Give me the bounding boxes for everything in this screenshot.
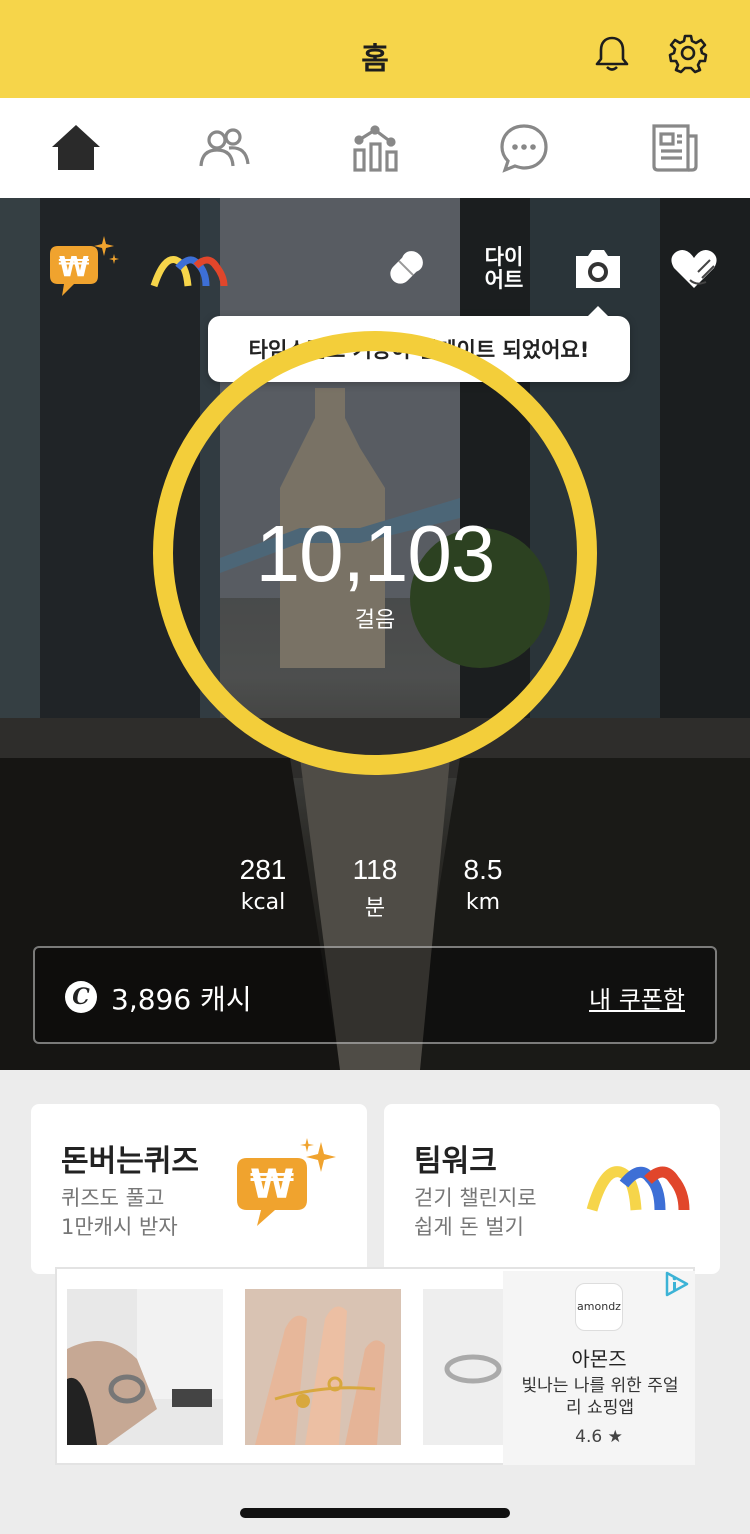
ad-product-photo-3 [423, 1289, 503, 1445]
svg-text:₩: ₩ [250, 1162, 294, 1208]
stats-chart-icon[interactable] [348, 120, 404, 176]
step-count-unit: 걸음 [354, 608, 396, 633]
ad-app-rating: 4.6 ★ [575, 1427, 623, 1447]
quiz-card-desc: 퀴즈도 풀고 1만캐시 받자 [61, 1184, 178, 1242]
distance-unit: km [465, 890, 501, 915]
chat-icon[interactable] [496, 120, 552, 176]
ad-product-photo-1 [67, 1289, 223, 1445]
diet-button[interactable]: 다이 어트 [476, 246, 532, 292]
ad-product-image-2[interactable] [245, 1289, 401, 1445]
teamwork-icon[interactable] [150, 236, 230, 300]
stat-distance: 8.5 km [433, 854, 533, 915]
hero-section: ₩ 다이 어트 타임스탬프 기능이 업데이트 되었어요! 10,103 걸음 2… [0, 198, 750, 1070]
teamwork-icon [586, 1166, 690, 1212]
minutes-unit: 분 [364, 896, 386, 921]
cash-balance: 3,896 캐시 [111, 983, 252, 1016]
teamwork-card[interactable]: 팀워크 걷기 챌린지로 쉽게 돈 벌기 [384, 1104, 720, 1274]
news-icon[interactable] [646, 120, 702, 176]
cash-balance-box[interactable]: C 3,896 캐시 내 쿠폰함 [33, 946, 717, 1044]
main-tab-bar [0, 98, 750, 198]
teamwork-card-desc-line1: 걷기 챌린지로 [414, 1186, 537, 1210]
teamwork-card-desc-line2: 쉽게 돈 벌기 [414, 1215, 524, 1239]
ad-info-panel[interactable]: amondz 아몬즈 빛나는 나를 위한 주얼리 쇼핑앱 4.6 ★ [503, 1271, 695, 1465]
teamwork-card-desc: 걷기 챌린지로 쉽게 돈 벌기 [414, 1184, 537, 1242]
distance-value: 8.5 [463, 854, 503, 885]
ad-product-photo-2 [245, 1289, 401, 1445]
quiz-won-icon: ₩ [237, 1138, 336, 1226]
my-coupons-link[interactable]: 내 쿠폰함 [589, 980, 685, 1015]
stat-calories: 281 kcal [213, 854, 313, 915]
pill-icon[interactable] [384, 236, 428, 300]
ad-info-icon[interactable] [663, 1271, 689, 1297]
quiz-card[interactable]: 돈버는퀴즈 퀴즈도 풀고 1만캐시 받자 ₩ [31, 1104, 367, 1274]
ad-product-image-1[interactable] [67, 1289, 223, 1445]
friends-icon[interactable] [196, 120, 252, 176]
quiz-card-title: 돈버는퀴즈 [61, 1144, 199, 1179]
app-header: 홈 [0, 0, 750, 98]
feature-cards-area: 돈버는퀴즈 퀴즈도 풀고 1만캐시 받자 ₩ 팀워크 걷기 챌린지로 쉽게 돈 … [0, 1070, 750, 1534]
cash-coin-icon: C [65, 981, 97, 1013]
minutes-value: 118 [352, 854, 398, 885]
ad-app-logo: amondz [575, 1283, 623, 1331]
home-icon[interactable] [48, 120, 104, 176]
home-indicator[interactable] [240, 1508, 510, 1518]
bell-icon[interactable] [592, 34, 632, 74]
ad-product-image-3[interactable] [423, 1289, 503, 1445]
svg-text:₩: ₩ [59, 250, 90, 283]
calories-unit: kcal [240, 890, 286, 915]
camera-icon[interactable] [572, 236, 624, 300]
step-count: 10,103 [255, 509, 496, 598]
page-title: 홈 [361, 42, 389, 77]
gear-icon[interactable] [668, 34, 708, 74]
calories-value: 281 [239, 854, 287, 885]
diet-label-line2: 어트 [484, 268, 524, 292]
diet-label-line1: 다이 [484, 245, 524, 269]
teamwork-card-title: 팀워크 [414, 1144, 497, 1179]
quiz-card-desc-line1: 퀴즈도 풀고 [61, 1186, 165, 1210]
quiz-card-desc-line2: 1만캐시 받자 [61, 1215, 178, 1239]
stat-minutes: 118 분 [325, 854, 425, 922]
ad-banner[interactable]: amondz 아몬즈 빛나는 나를 위한 주얼리 쇼핑앱 4.6 ★ [55, 1267, 695, 1465]
heart-hand-icon[interactable] [668, 236, 720, 300]
ad-app-desc: 빛나는 나를 위한 주얼리 쇼핑앱 [521, 1376, 679, 1418]
quiz-won-icon[interactable]: ₩ [44, 236, 122, 300]
ad-app-name: 아몬즈 [571, 1347, 627, 1371]
